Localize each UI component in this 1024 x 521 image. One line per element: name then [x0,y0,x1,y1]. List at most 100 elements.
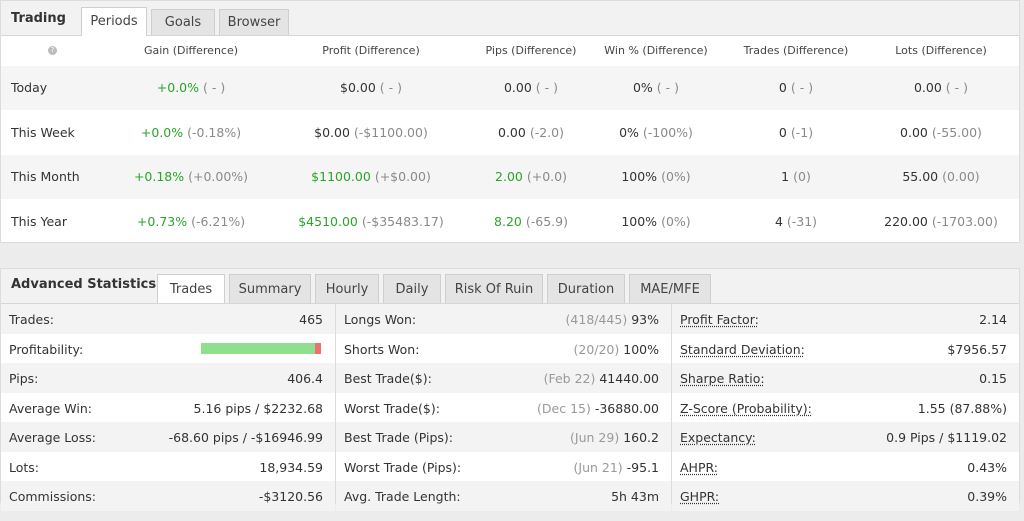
stat-label: Avg. Trade Length: [344,489,461,504]
info-icon[interactable]: ? [48,46,57,55]
stat-label: Shorts Won: [344,341,420,357]
profit-difference: (+$0.00) [374,169,431,184]
tab-goals[interactable]: Goals [151,9,215,35]
stat-row: Pips: 406.4 [1,363,335,393]
gain-value: +0.0% [156,80,200,95]
lots-difference: (0.00) [942,169,980,184]
tab-hourly[interactable]: Hourly [315,274,379,303]
stat-label[interactable]: GHPR: [680,489,719,504]
gain-value: +0.18% [133,169,185,184]
trades-value: 0 [778,80,787,95]
tab-daily[interactable]: Daily [383,274,441,303]
stat-extra: (Feb 22) [543,371,596,386]
stat-label: Best Trade($): [344,371,432,386]
stat-value: 0.39% [967,489,1007,504]
stat-extra: (Jun 29) [570,430,620,445]
stat-row: Longs Won: (418/445) 93% [336,304,671,334]
period-label: Today [11,80,48,95]
stat-value: 0.43% [967,459,1007,475]
stat-label[interactable]: AHPR: [680,460,718,475]
win-value: 100% [621,169,658,184]
trades-value: 1 [781,169,790,184]
stat-extra: (20/20) [573,341,620,357]
profit-value: $0.00 [340,80,376,95]
stat-value: 5.16 pips / $2232.68 [193,400,323,416]
trading-title: Trading [11,11,66,26]
tab-risk-of-ruin[interactable]: Risk Of Ruin [445,274,543,303]
pips-value: 0.00 [498,124,526,140]
profit-value: $4510.00 [298,213,358,229]
pips-value: 8.20 [494,213,522,229]
stat-label[interactable]: Standard Deviation: [680,342,805,357]
cell-lots: 55.00 (0.00) [851,169,1024,184]
cell-gain: +0.0% (-0.18%) [101,125,281,140]
cell-lots: 0.00 ( - ) [851,80,1024,95]
stat-value: 465 [299,312,323,327]
trades-difference: (-31) [786,213,818,229]
stat-value-text: 93% [631,312,659,327]
tab-mae-mfe[interactable]: MAE/MFE [629,274,711,303]
stat-value: -$3120.56 [258,489,323,504]
stat-label: Commissions: [9,489,96,504]
stat-extra: (418/445) [565,312,628,327]
profitability-bar [201,342,321,354]
pips-difference: (-65.9) [525,213,568,229]
stat-value: $7956.57 [947,341,1007,357]
stat-label[interactable]: Sharpe Ratio: [680,371,765,386]
stat-row: Profit Factor: 2.14 [672,304,1019,334]
trades-difference: (0) [793,169,811,184]
win-difference: (0%) [661,169,691,184]
stat-value: 1.55 (87.88%) [917,400,1007,416]
stat-value-text: 160.2 [623,430,659,445]
stat-row: Commissions: -$3120.56 [1,481,335,511]
header-gain: Gain (Difference) [143,44,239,57]
stat-value: 18,934.59 [259,459,323,475]
stat-label: Worst Trade($): [344,400,440,416]
stat-extra: (Jun 21) [573,459,623,475]
tab-browser[interactable]: Browser [219,9,289,35]
profit-difference: (-$1100.00) [353,124,428,140]
gain-value: +0.73% [136,213,188,229]
stat-row: Shorts Won: (20/20) 100% [336,334,671,364]
stat-value: (20/20) 100% [573,342,659,357]
tab-trades[interactable]: Trades [157,274,225,303]
cell-profit: $0.00 (-$1100.00) [281,125,461,140]
stat-label[interactable]: Expectancy: [680,430,756,445]
tab-summary[interactable]: Summary [229,274,311,303]
cell-lots: 220.00 (-1703.00) [851,214,1024,229]
stat-value: 2.14 [979,312,1007,327]
cell-profit: $0.00 ( - ) [281,80,461,95]
stat-row: Worst Trade($): (Dec 15) -36880.00 [336,393,671,423]
trades-value: 0 [778,124,787,140]
trades-value: 4 [774,213,783,229]
stat-row: Trades: 465 [1,304,335,334]
stat-label[interactable]: Z-Score (Probability): [680,401,812,416]
lots-value: 0.00 [913,80,942,95]
cell-profit: $1100.00 (+$0.00) [281,169,461,184]
advanced-tabbar: Advanced Statistics Trades Summary Hourl… [1,269,1019,304]
trading-panel: Trading Periods Goals Browser ? Gain (Di… [0,0,1020,243]
stat-value-text: -95.1 [626,459,659,475]
stat-label: Worst Trade (Pips): [344,459,462,475]
stat-row: GHPR: 0.39% [672,481,1019,511]
profit-value: $1100.00 [311,169,371,184]
stat-value: 0.15 [979,371,1007,386]
stat-value: (Feb 22) 41440.00 [544,371,659,386]
gain-difference: ( - ) [203,80,226,95]
stat-row: Lots: 18,934.59 [1,452,335,482]
stat-label[interactable]: Profit Factor: [680,312,759,327]
gain-difference: (-0.18%) [187,124,242,140]
stat-value-text: 41440.00 [599,371,659,386]
stat-label: Longs Won: [344,312,417,327]
gain-difference: (-6.21%) [191,213,246,229]
pips-difference: (+0.0) [526,169,567,184]
stat-label: Average Loss: [9,430,96,445]
tab-duration[interactable]: Duration [547,274,625,303]
trading-tabbar: Trading Periods Goals Browser [1,1,1019,36]
header-win: Win % (Difference) [604,44,708,57]
pips-value: 0.00 [503,80,532,95]
win-difference: (-100%) [642,124,693,140]
tab-periods[interactable]: Periods [81,7,147,36]
win-difference: ( - ) [656,80,680,95]
stat-row: Worst Trade (Pips): (Jun 21) -95.1 [336,452,671,482]
